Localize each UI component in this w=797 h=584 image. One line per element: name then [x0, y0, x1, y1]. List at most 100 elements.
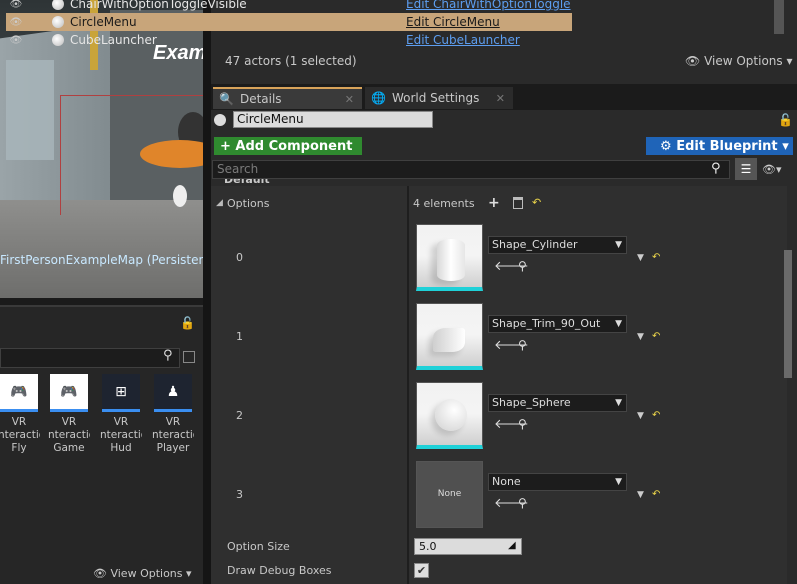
- chevron-down-icon: ▾: [786, 54, 793, 68]
- element-index: 3: [236, 488, 243, 501]
- edit-blueprint-button[interactable]: ⚙ Edit Blueprint ▾: [646, 137, 793, 155]
- asset-thumbnail[interactable]: [416, 224, 483, 291]
- details-scrollbar[interactable]: [784, 250, 792, 378]
- search-icon[interactable]: ⚲: [163, 348, 173, 363]
- chevron-down-icon[interactable]: ▼: [637, 411, 644, 421]
- outliner-view-options[interactable]: 👁 View Options ▾: [685, 54, 793, 68]
- actor-icon: [52, 0, 64, 10]
- chevron-down-icon: ▾: [186, 567, 192, 580]
- actor-count: 47 actors (1 selected): [225, 54, 357, 68]
- sphere-preview: [435, 399, 467, 431]
- eye-icon[interactable]: 👁: [6, 35, 26, 46]
- edit-blueprint-link[interactable]: Edit CubeLauncher: [406, 33, 520, 47]
- chevron-down-icon: ▾: [782, 139, 789, 154]
- actor-icon: [52, 16, 64, 28]
- globe-icon: 🌐: [371, 91, 386, 105]
- trim-shape-preview: [433, 328, 465, 352]
- viewport-bounds-line: [60, 95, 61, 215]
- eye-icon[interactable]: 👁▾: [762, 163, 782, 176]
- asset-combo[interactable]: Shape_Trim_90_Out ▼: [488, 315, 627, 333]
- eye-icon[interactable]: 👁: [6, 17, 26, 28]
- outliner-row[interactable]: 👁 CircleMenu Edit CircleMenu: [6, 13, 572, 31]
- resize-handle-icon[interactable]: ◢: [508, 540, 516, 551]
- options-count: 4 elements: [413, 197, 475, 210]
- viewport-floor: [0, 200, 203, 298]
- options-label: Options: [227, 197, 270, 210]
- asset-tile[interactable]: ♟ VR nteraction Player: [152, 374, 194, 455]
- add-element-icon[interactable]: +: [488, 195, 500, 211]
- viewport-map-label: FirstPersonExampleMap (Persistent): [0, 253, 203, 267]
- chevron-down-icon: ▼: [615, 240, 622, 250]
- chevron-down-icon[interactable]: ▼: [637, 490, 644, 500]
- eye-icon[interactable]: 👁: [6, 0, 26, 10]
- reset-to-default-icon[interactable]: ↶: [652, 252, 660, 263]
- browse-icon[interactable]: ⚲: [518, 338, 527, 352]
- asset-thumbnail[interactable]: [416, 382, 483, 449]
- actor-icon: [214, 114, 226, 126]
- edit-blueprint-link[interactable]: Edit CircleMenu: [406, 15, 500, 29]
- draw-debug-boxes-label: Draw Debug Boxes: [227, 564, 332, 577]
- outliner-row[interactable]: 👁 ChairWithOptionToggleVisible Edit Chai…: [6, 0, 572, 13]
- asset-combo[interactable]: None ▼: [488, 473, 627, 491]
- close-icon[interactable]: ✕: [496, 92, 505, 105]
- close-icon[interactable]: ✕: [345, 93, 354, 106]
- column-splitter[interactable]: [407, 186, 409, 584]
- collapse-arrow-icon[interactable]: ◢: [216, 198, 223, 208]
- outliner-scrollbar[interactable]: [774, 0, 784, 34]
- save-icon[interactable]: [183, 351, 195, 363]
- reset-to-default-icon[interactable]: ↶: [652, 331, 660, 342]
- chevron-down-icon[interactable]: ▼: [637, 332, 644, 342]
- asset-thumbnail[interactable]: [416, 303, 483, 370]
- asset-combo[interactable]: Shape_Cylinder ▼: [488, 236, 627, 254]
- pawn-icon: ♟: [154, 374, 192, 412]
- actor-icon: [52, 34, 64, 46]
- details-search-input[interactable]: Search: [212, 160, 730, 179]
- content-search-input[interactable]: [0, 348, 180, 368]
- eye-icon: 👁: [93, 567, 107, 580]
- chevron-down-icon: ▼: [615, 319, 622, 329]
- cylinder-preview: [437, 239, 465, 281]
- element-index: 2: [236, 409, 243, 422]
- gamepad-icon: 🎮: [0, 374, 38, 412]
- browse-icon[interactable]: ⚲: [518, 417, 527, 431]
- reset-to-default-icon[interactable]: ↶: [652, 489, 660, 500]
- trash-icon[interactable]: [513, 197, 523, 209]
- content-view-options[interactable]: 👁 View Options ▾: [93, 567, 192, 580]
- panel-splitter[interactable]: [203, 0, 211, 584]
- viewport-block: [6, 60, 54, 160]
- chevron-down-icon: ▼: [615, 398, 622, 408]
- tab-details[interactable]: 🔍 Details ✕: [213, 87, 362, 109]
- option-size-input[interactable]: 5.0: [414, 538, 522, 555]
- search-icon[interactable]: ⚲: [711, 161, 721, 176]
- viewport-white-object: [173, 185, 187, 207]
- reset-to-default-icon[interactable]: ↶: [652, 410, 660, 421]
- browse-icon[interactable]: ⚲: [518, 496, 527, 510]
- widget-icon: ⊞: [102, 374, 140, 412]
- gears-icon: ⚙: [660, 139, 672, 154]
- chevron-down-icon: ▼: [615, 477, 622, 487]
- details-icon: 🔍: [219, 92, 234, 106]
- asset-tile[interactable]: 🎮 VR nteraction Fly: [0, 374, 40, 455]
- lock-icon[interactable]: 🔓: [778, 113, 793, 127]
- actor-name-input[interactable]: CircleMenu: [233, 111, 433, 128]
- asset-tile[interactable]: 🎮 VR nteraction Game: [48, 374, 90, 455]
- add-component-button[interactable]: + Add Component ▾: [214, 137, 362, 155]
- asset-combo[interactable]: Shape_Sphere ▼: [488, 394, 627, 412]
- element-index: 0: [236, 251, 243, 264]
- browse-icon[interactable]: ⚲: [518, 259, 527, 273]
- tab-world-settings[interactable]: 🌐 World Settings ✕: [365, 87, 513, 109]
- chevron-down-icon[interactable]: ▼: [637, 253, 644, 263]
- asset-tile[interactable]: ⊞ VR nteraction Hud: [100, 374, 142, 455]
- edit-blueprint-link[interactable]: Edit ChairWithOptionToggle: [406, 0, 571, 11]
- lock-icon[interactable]: 🔓: [180, 316, 195, 330]
- draw-debug-boxes-checkbox[interactable]: ✔: [414, 563, 429, 578]
- category-header[interactable]: Default: [224, 179, 270, 186]
- element-index: 1: [236, 330, 243, 343]
- asset-thumbnail[interactable]: None: [416, 461, 483, 528]
- property-matrix-icon[interactable]: ☰: [735, 158, 757, 180]
- viewport-bounds-line: [60, 95, 203, 96]
- outliner-row[interactable]: 👁 CubeLauncher Edit CubeLauncher: [6, 31, 572, 49]
- eye-icon: 👁: [685, 54, 701, 68]
- gamepad-icon: 🎮: [50, 374, 88, 412]
- reset-to-default-icon[interactable]: ↶: [532, 196, 541, 209]
